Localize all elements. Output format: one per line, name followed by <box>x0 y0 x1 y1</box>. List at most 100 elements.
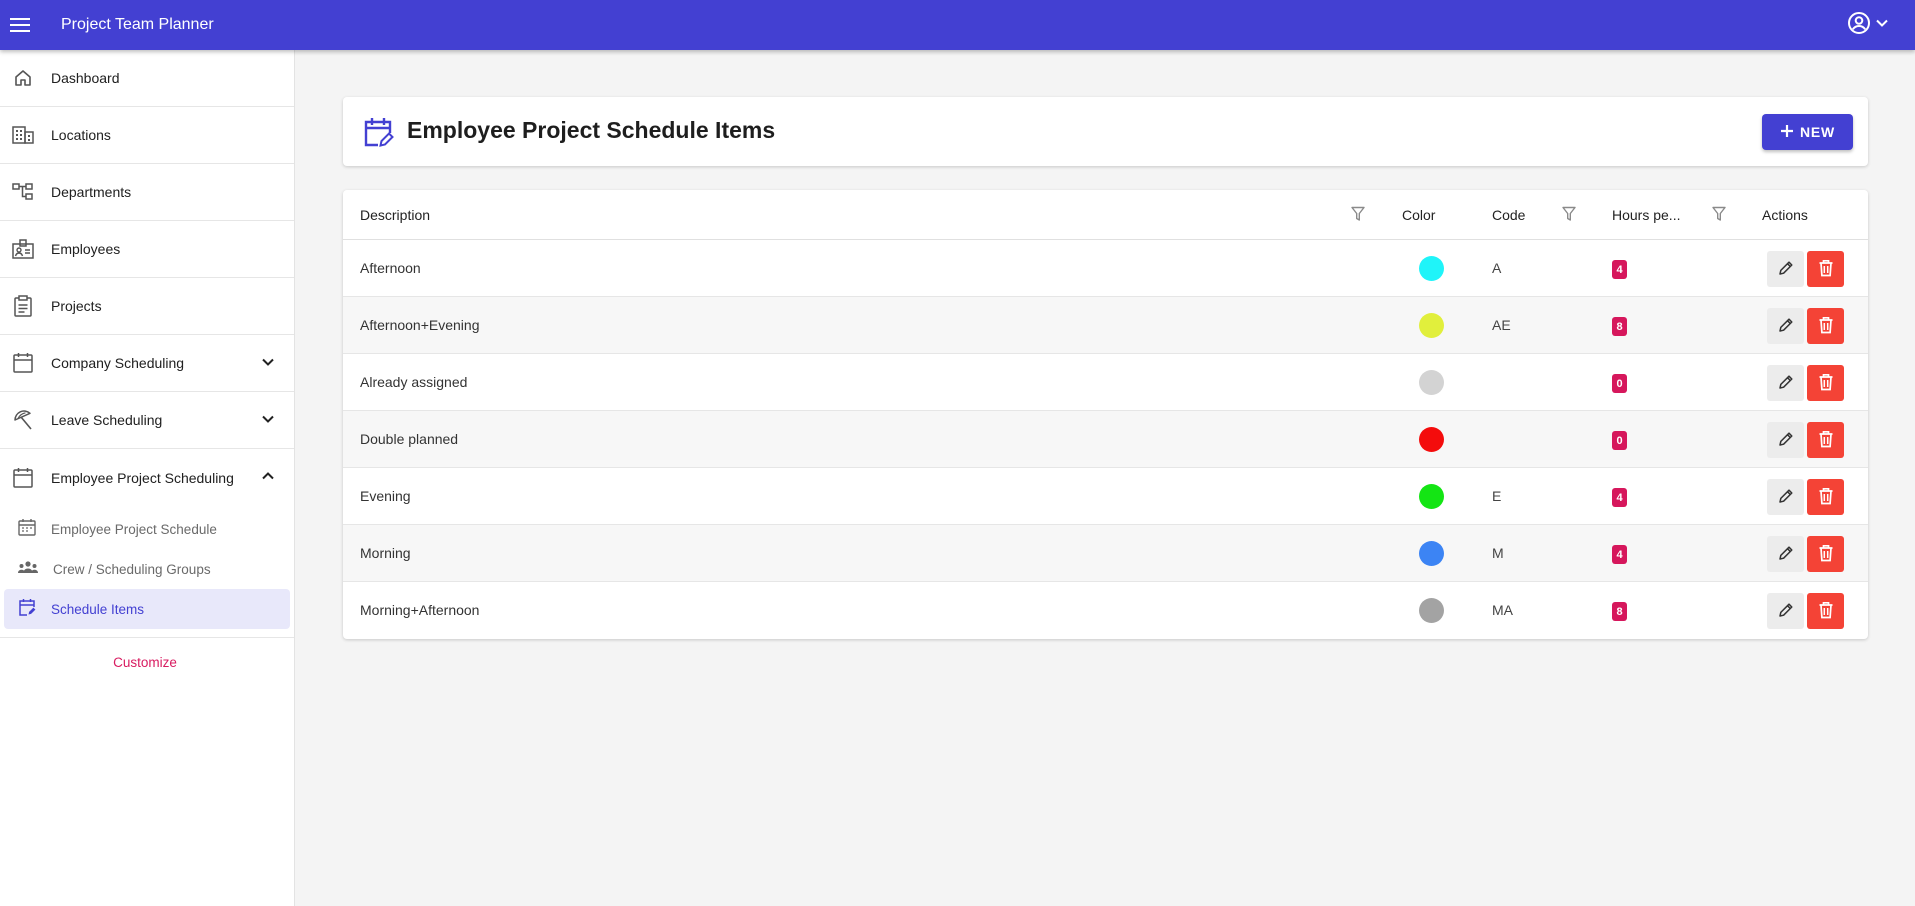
schedule-items-table: Description Color Code Hours pe... Actio… <box>343 190 1868 639</box>
chevron-up-icon[interactable] <box>260 468 276 489</box>
cell-description: Afternoon <box>360 260 421 276</box>
edit-button[interactable] <box>1767 593 1804 629</box>
sidebar-item-label: Locations <box>51 127 111 143</box>
hours-badge: 4 <box>1612 488 1627 507</box>
delete-button[interactable] <box>1807 251 1844 287</box>
trash-icon <box>1818 487 1834 508</box>
filter-icon[interactable] <box>1351 206 1365 225</box>
column-header-description[interactable]: Description <box>360 207 430 223</box>
table-row[interactable]: Morning M 4 <box>343 525 1868 582</box>
new-button-label: NEW <box>1799 124 1836 140</box>
home-icon <box>12 67 34 89</box>
cell-code: M <box>1492 545 1504 561</box>
cell-description: Already assigned <box>360 374 468 390</box>
customize-link[interactable]: Customize <box>0 655 290 670</box>
table-row[interactable]: Morning+Afternoon MA 8 <box>343 582 1868 639</box>
table-row[interactable]: Evening E 4 <box>343 468 1868 525</box>
sidebar-item-company-scheduling[interactable]: Company Scheduling <box>0 335 294 392</box>
delete-button[interactable] <box>1807 308 1844 344</box>
sidebar-item-leave-scheduling[interactable]: Leave Scheduling <box>0 392 294 449</box>
trash-icon <box>1818 259 1834 280</box>
page-title: Employee Project Schedule Items <box>407 117 776 143</box>
delete-button[interactable] <box>1807 365 1844 401</box>
page-header: Employee Project Schedule Items NEW <box>343 97 1868 166</box>
trash-icon <box>1818 373 1834 394</box>
cell-description: Morning <box>360 545 411 561</box>
edit-button[interactable] <box>1767 422 1804 458</box>
edit-button[interactable] <box>1767 536 1804 572</box>
calendar-edit-icon <box>18 598 36 621</box>
sidebar-subitem-label: Crew / Scheduling Groups <box>53 561 211 577</box>
sidebar-subitem-crew-scheduling-groups[interactable]: Crew / Scheduling Groups <box>4 549 290 589</box>
column-header-code[interactable]: Code <box>1492 207 1525 223</box>
sidebar-item-label: Dashboard <box>51 70 120 86</box>
plus-icon <box>1780 124 1794 141</box>
cell-description: Evening <box>360 488 411 504</box>
sidebar-subitem-label: Employee Project Schedule <box>51 521 217 537</box>
color-swatch <box>1419 484 1444 509</box>
delete-button[interactable] <box>1807 536 1844 572</box>
user-menu[interactable] <box>1847 11 1889 40</box>
clipboard-icon <box>12 295 34 317</box>
sidebar-item-projects[interactable]: Projects <box>0 278 294 335</box>
hours-badge: 0 <box>1612 431 1627 450</box>
chevron-down-icon <box>1875 16 1889 35</box>
sidebar-item-employees[interactable]: Employees <box>0 221 294 278</box>
cell-code: MA <box>1492 602 1513 618</box>
hours-badge: 0 <box>1612 374 1627 393</box>
app-title: Project Team Planner <box>61 16 214 33</box>
trash-icon <box>1818 544 1834 565</box>
pencil-icon <box>1778 260 1794 279</box>
table-row[interactable]: Afternoon+Evening AE 8 <box>343 297 1868 354</box>
pencil-icon <box>1778 545 1794 564</box>
color-swatch <box>1419 541 1444 566</box>
sidebar-item-label: Departments <box>51 184 132 200</box>
trash-icon <box>1818 316 1834 337</box>
hamburger-menu-icon[interactable] <box>0 0 40 50</box>
table-row[interactable]: Double planned 0 <box>343 411 1868 468</box>
hours-badge: 8 <box>1612 317 1627 336</box>
sidebar-item-locations[interactable]: Locations <box>0 107 294 164</box>
table-row[interactable]: Afternoon A 4 <box>343 240 1868 297</box>
filter-icon[interactable] <box>1712 206 1726 225</box>
sidebar-item-label: Projects <box>51 298 102 314</box>
hours-badge: 4 <box>1612 545 1627 564</box>
pencil-icon <box>1778 488 1794 507</box>
column-header-hours[interactable]: Hours pe... <box>1612 207 1680 223</box>
sidebar-submenu: Employee Project Schedule Crew / Schedul… <box>0 506 294 638</box>
org-chart-icon <box>12 181 34 203</box>
color-swatch <box>1419 370 1444 395</box>
cell-description: Afternoon+Evening <box>360 317 480 333</box>
sidebar-item-label: Employee Project Scheduling <box>51 469 234 486</box>
app-bar: Project Team Planner <box>0 0 1915 50</box>
delete-button[interactable] <box>1807 479 1844 515</box>
building-icon <box>12 124 34 146</box>
pencil-icon <box>1778 317 1794 336</box>
table-body: Afternoon A 4 Afternoon+Evening AE 8 Already a… <box>343 240 1868 639</box>
delete-button[interactable] <box>1807 593 1844 629</box>
delete-button[interactable] <box>1807 422 1844 458</box>
hours-badge: 8 <box>1612 602 1627 621</box>
table-row[interactable]: Already assigned 0 <box>343 354 1868 411</box>
sidebar-subitem-schedule-items[interactable]: Schedule Items <box>4 589 290 629</box>
sidebar-subitem-employee-project-schedule[interactable]: Employee Project Schedule <box>4 509 290 549</box>
sidebar-item-departments[interactable]: Departments <box>0 164 294 221</box>
cell-description: Morning+Afternoon <box>360 602 480 618</box>
account-circle-icon <box>1847 11 1871 40</box>
color-swatch <box>1419 598 1444 623</box>
sidebar-item-dashboard[interactable]: Dashboard <box>0 50 294 107</box>
edit-button[interactable] <box>1767 365 1804 401</box>
chevron-down-icon[interactable] <box>260 354 276 375</box>
new-button[interactable]: NEW <box>1762 114 1853 150</box>
column-header-color[interactable]: Color <box>1402 207 1435 223</box>
cell-code: AE <box>1492 317 1511 333</box>
edit-button[interactable] <box>1767 308 1804 344</box>
edit-button[interactable] <box>1767 479 1804 515</box>
sidebar-item-employee-project-scheduling[interactable]: Employee Project Scheduling <box>0 449 294 506</box>
chevron-down-icon[interactable] <box>260 411 276 432</box>
color-swatch <box>1419 256 1444 281</box>
edit-button[interactable] <box>1767 251 1804 287</box>
filter-icon[interactable] <box>1562 206 1576 225</box>
trash-icon <box>1818 430 1834 451</box>
hours-badge: 4 <box>1612 260 1627 279</box>
